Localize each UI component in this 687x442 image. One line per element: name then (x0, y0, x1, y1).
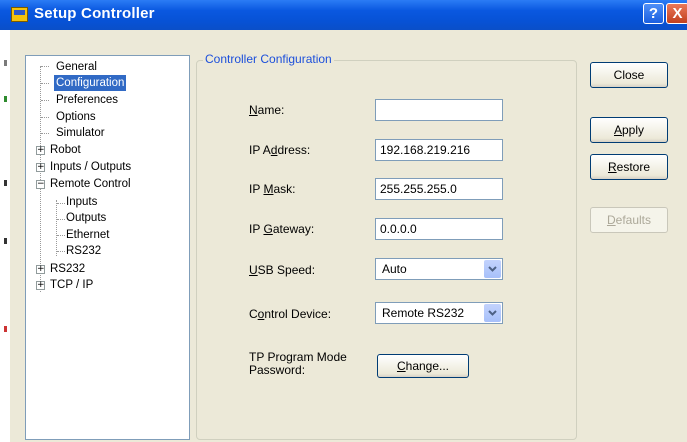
app-icon (11, 7, 28, 22)
tree-item-rc-inputs[interactable]: Inputs (66, 194, 97, 210)
window-title: Setup Controller (34, 5, 155, 22)
help-button[interactable]: ? (643, 3, 664, 24)
control-device-select[interactable]: Remote RS232 (375, 302, 503, 324)
tree-item-rc-rs232[interactable]: RS232 (66, 243, 101, 259)
tree-item-general[interactable]: General (56, 59, 97, 75)
title-bar: Setup Controller ? X (0, 0, 687, 30)
background-window-edge (0, 30, 10, 442)
tree-item-remote-control[interactable]: Remote Control (50, 176, 131, 192)
collapse-minus-icon[interactable]: − (36, 180, 45, 189)
ip-address-field[interactable]: 192.168.219.216 (375, 139, 503, 161)
apply-button[interactable]: Apply (590, 117, 668, 143)
expand-plus-icon[interactable]: + (36, 146, 45, 155)
ip-mask-field[interactable]: 255.255.255.0 (375, 178, 503, 200)
restore-button[interactable]: Restore (590, 154, 668, 180)
ip-gateway-field[interactable]: 0.0.0.0 (375, 218, 503, 240)
defaults-button[interactable]: Defaults (590, 207, 668, 233)
usb-speed-select[interactable]: Auto (375, 258, 503, 280)
name-label: Name: (249, 103, 285, 117)
ip-gateway-label: IP Gateway: (249, 222, 315, 236)
chevron-down-icon[interactable] (484, 304, 501, 322)
tree-item-preferences[interactable]: Preferences (56, 92, 118, 108)
close-window-button[interactable]: X (666, 3, 687, 24)
tree-item-inputs-outputs[interactable]: Inputs / Outputs (50, 159, 131, 175)
control-device-value: Remote RS232 (382, 306, 465, 320)
expand-plus-icon[interactable]: + (36, 163, 45, 172)
control-device-label: Control Device: (249, 307, 332, 321)
tree-item-tcp-ip[interactable]: TCP / IP (50, 277, 93, 293)
change-password-button[interactable]: Change... (377, 354, 469, 378)
tree-item-options[interactable]: Options (56, 109, 96, 125)
tree-item-rs232[interactable]: RS232 (50, 261, 85, 277)
usb-speed-value: Auto (382, 262, 407, 276)
close-button[interactable]: Close (590, 62, 668, 88)
tree-item-rc-ethernet[interactable]: Ethernet (66, 227, 109, 243)
tp-password-label: TP Program Mode Password: (249, 350, 347, 377)
name-field[interactable] (375, 99, 503, 121)
settings-tree[interactable]: General Configuration Preferences Option… (25, 55, 190, 440)
ip-address-label: IP Address: (249, 143, 311, 157)
tree-item-simulator[interactable]: Simulator (56, 125, 105, 141)
tree-item-rc-outputs[interactable]: Outputs (66, 210, 106, 226)
group-title: Controller Configuration (203, 52, 334, 66)
usb-speed-label: USB Speed: (249, 263, 316, 277)
ip-mask-label: IP Mask: (249, 182, 296, 196)
tree-item-robot[interactable]: Robot (50, 142, 81, 158)
expand-plus-icon[interactable]: + (36, 281, 45, 290)
expand-plus-icon[interactable]: + (36, 265, 45, 274)
chevron-down-icon[interactable] (484, 260, 501, 278)
tree-item-configuration[interactable]: Configuration (54, 75, 127, 91)
